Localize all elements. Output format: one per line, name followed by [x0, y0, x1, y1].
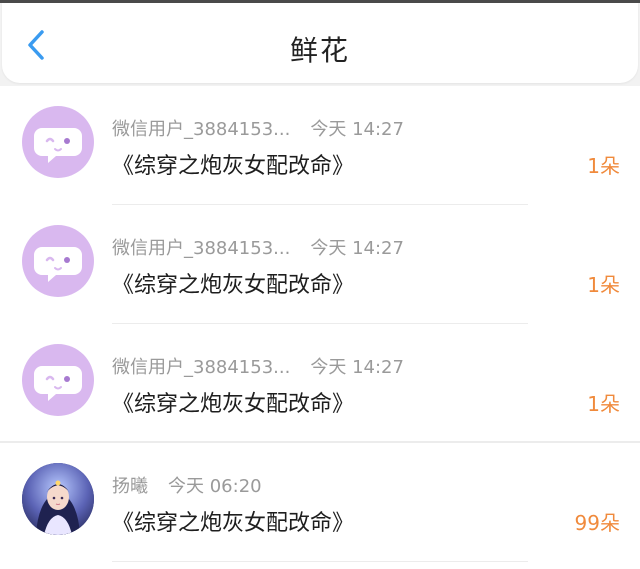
timestamp: 今天 14:27 — [310, 119, 404, 140]
flower-count: 1朵 — [587, 392, 620, 416]
wink-chat-bubble-icon — [34, 128, 82, 163]
page-title: 鲜花 — [289, 34, 350, 67]
flower-count: 99朵 — [574, 511, 620, 535]
item-meta: 扬曦 今天 06:20 — [112, 472, 262, 498]
username[interactable]: 微信用户_3884153... — [112, 238, 290, 259]
book-title[interactable]: 《综穿之炮灰女配改命》 — [112, 386, 354, 418]
timestamp: 今天 06:20 — [168, 476, 262, 497]
item-meta: 微信用户_3884153... 今天 14:27 — [112, 115, 404, 141]
book-title[interactable]: 《综穿之炮灰女配改命》 — [112, 505, 354, 537]
wink-chat-bubble-icon — [34, 366, 82, 401]
username[interactable]: 扬曦 — [112, 476, 148, 497]
avatar[interactable] — [22, 344, 94, 416]
timestamp: 今天 14:27 — [310, 357, 404, 378]
list-item[interactable]: 扬曦 今天 06:20 《综穿之炮灰女配改命》 99朵 — [0, 443, 640, 562]
nav-header: 鲜花 — [2, 3, 638, 83]
flower-record-list: 微信用户_3884153... 今天 14:27 《综穿之炮灰女配改命》 1朵 微… — [0, 86, 640, 569]
item-meta: 微信用户_3884153... 今天 14:27 — [112, 234, 404, 260]
flower-count: 1朵 — [587, 154, 620, 178]
wink-chat-bubble-icon — [34, 247, 82, 282]
username[interactable]: 微信用户_3884153... — [112, 357, 290, 378]
list-item[interactable]: 微信用户_3884153... 今天 14:27 《综穿之炮灰女配改命》 1朵 — [0, 86, 640, 205]
username[interactable]: 微信用户_3884153... — [112, 119, 290, 140]
avatar[interactable] — [22, 106, 94, 178]
avatar[interactable] — [22, 225, 94, 297]
anime-portrait-icon — [22, 463, 94, 535]
list-item[interactable]: 微信用户_3884153... 今天 14:27 《综穿之炮灰女配改命》 1朵 — [0, 205, 640, 324]
avatar[interactable] — [22, 463, 94, 535]
divider — [112, 561, 528, 562]
book-title[interactable]: 《综穿之炮灰女配改命》 — [112, 148, 354, 180]
flower-count: 1朵 — [587, 273, 620, 297]
book-title[interactable]: 《综穿之炮灰女配改命》 — [112, 267, 354, 299]
item-meta: 微信用户_3884153... 今天 14:27 — [112, 353, 404, 379]
timestamp: 今天 14:27 — [310, 238, 404, 259]
list-item[interactable]: 微信用户_3884153... 今天 14:27 《综穿之炮灰女配改命》 1朵 — [0, 324, 640, 443]
